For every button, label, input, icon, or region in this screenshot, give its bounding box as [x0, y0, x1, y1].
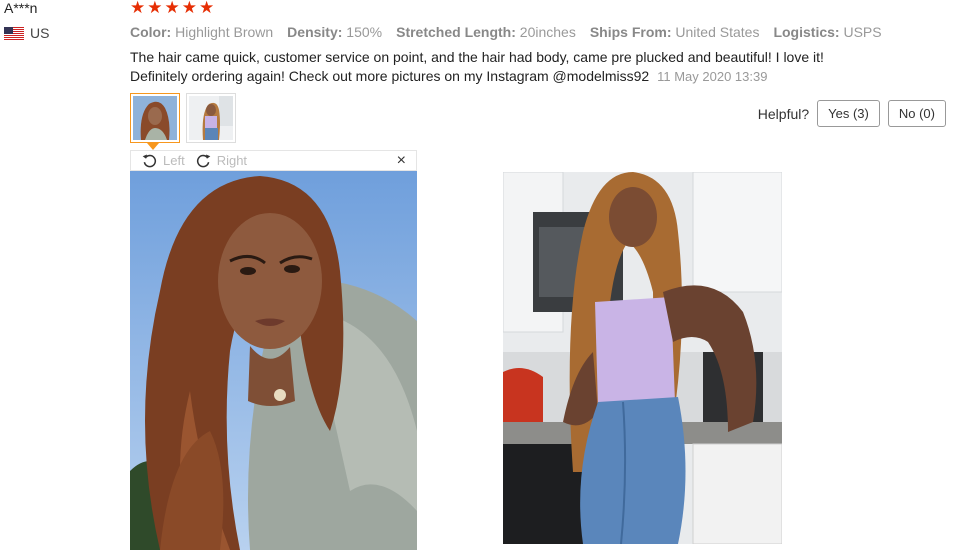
star-rating: ★ ★ ★ ★ ★ — [130, 0, 214, 18]
reviewer-name: A***n — [4, 0, 38, 16]
close-icon[interactable]: × — [397, 151, 406, 171]
star-icon: ★ — [181, 0, 197, 17]
helpful-yes-button[interactable]: Yes (3) — [817, 100, 880, 127]
helpful-label: Helpful? — [757, 105, 810, 122]
helpful-section: Helpful? Yes (3) No (0) — [758, 100, 946, 127]
property-density: Density: 150% — [287, 24, 383, 40]
thumbnail-image — [133, 96, 177, 140]
active-thumb-caret — [147, 143, 159, 150]
review-thumbnails — [130, 93, 236, 150]
rotate-left-label: Left — [163, 153, 185, 168]
review-date: 11 May 2020 13:39 — [657, 69, 768, 84]
star-icon: ★ — [147, 0, 163, 17]
helpful-no-button[interactable]: No (0) — [887, 100, 946, 127]
image-viewer-toolbar: Left Right × — [130, 150, 417, 171]
thumbnail-image — [189, 96, 233, 140]
property-logistics: Logistics: USPS — [773, 24, 882, 40]
review-photo-kitchen — [503, 172, 782, 544]
property-ships-from: Ships From: United States — [589, 24, 760, 40]
thumbnail-2[interactable] — [186, 93, 236, 143]
country-label: US — [30, 25, 50, 41]
thumbnail-1[interactable] — [130, 93, 180, 150]
star-icon: ★ — [164, 0, 180, 17]
review-photo-large — [130, 171, 417, 550]
review-text: The hair came quick, customer service on… — [130, 48, 850, 86]
rotate-left-icon — [142, 154, 157, 168]
star-icon: ★ — [130, 0, 146, 17]
us-flag-icon — [4, 26, 24, 40]
property-color: Color: Highlight Brown — [130, 24, 274, 40]
star-icon: ★ — [199, 0, 215, 17]
rotate-right-button[interactable]: Right — [195, 152, 247, 169]
product-properties: Color: Highlight Brown Density: 150% Str… — [130, 24, 882, 40]
property-length: Stretched Length: 20inches — [396, 24, 576, 40]
rotate-right-label: Right — [216, 153, 248, 168]
reviewer-country: US — [4, 25, 49, 41]
selfie-photo — [130, 171, 417, 550]
rotate-right-icon — [196, 154, 210, 168]
kitchen-photo — [503, 172, 782, 544]
rotate-left-button[interactable]: Left — [141, 152, 185, 169]
